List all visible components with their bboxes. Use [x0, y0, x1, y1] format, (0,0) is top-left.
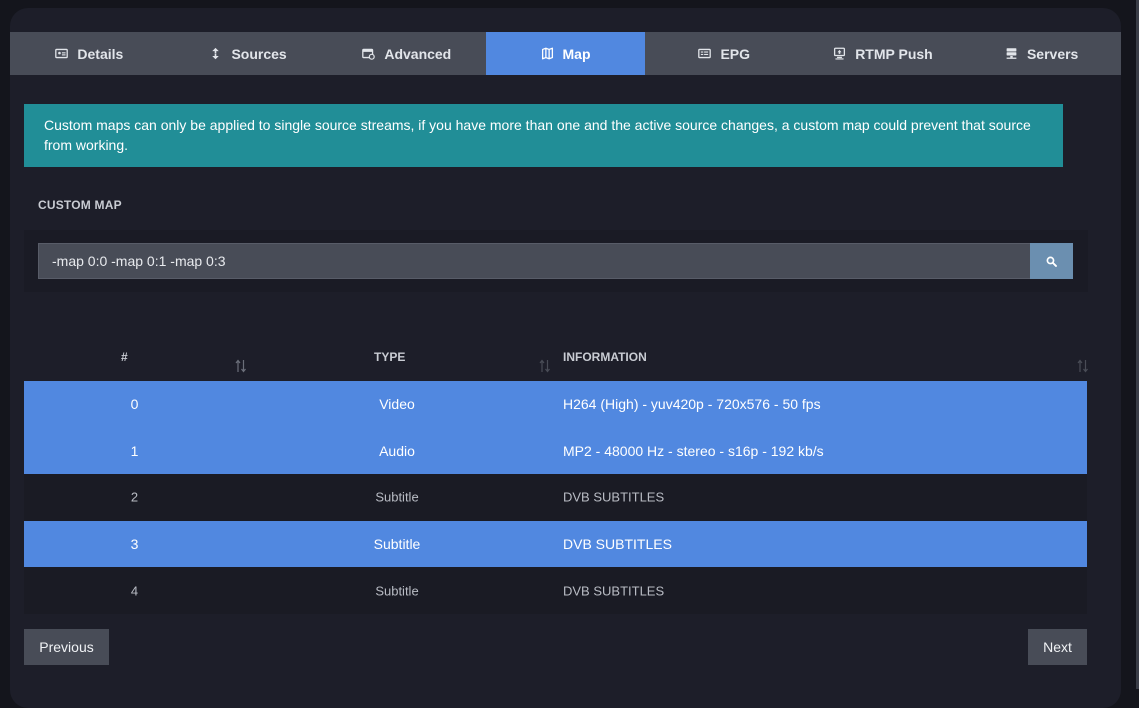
search-button[interactable]	[1030, 243, 1073, 279]
search-icon	[1046, 256, 1057, 267]
map-icon	[541, 47, 553, 60]
tab-sources[interactable]: Sources	[169, 32, 328, 75]
tab-map[interactable]: Map	[486, 32, 645, 75]
row-type: Subtitle	[375, 583, 419, 599]
table-row[interactable]: 4 Subtitle DVB SUBTITLES	[24, 567, 1087, 614]
tab-details-label: Details	[77, 45, 124, 62]
tab-epg-label: EPG	[720, 45, 751, 62]
row-info: DVB SUBTITLES	[563, 489, 665, 505]
tv-guide-icon	[698, 48, 712, 59]
stream-map-table: # TYPE INFORMATION 0 Video H264 (High) -…	[24, 340, 1089, 614]
row-info: MP2 - 48000 Hz - stereo - s16p - 192 kb/…	[563, 442, 824, 459]
sort-icon[interactable]	[235, 359, 247, 373]
row-num: 1	[130, 442, 139, 459]
id-card-icon	[55, 48, 69, 59]
tab-epg[interactable]: EPG	[645, 32, 804, 75]
tab-details[interactable]: Details	[10, 32, 169, 75]
custom-map-field	[24, 230, 1088, 292]
tab-rtmp-push[interactable]: RTMP Push	[804, 32, 963, 75]
row-num: 0	[130, 396, 139, 413]
previous-button[interactable]: Previous	[24, 629, 109, 665]
tab-advanced[interactable]: Advanced	[327, 32, 486, 75]
row-info: DVB SUBTITLES	[563, 583, 665, 599]
tab-sources-label: Sources	[231, 45, 287, 62]
calendar-gear-icon	[362, 48, 376, 60]
table-row[interactable]: 3 Subtitle DVB SUBTITLES	[24, 520, 1087, 568]
row-info: H264 (High) - yuv420p - 720x576 - 50 fps	[563, 396, 821, 413]
table-header: # TYPE INFORMATION	[24, 340, 1089, 381]
custom-map-input[interactable]	[38, 243, 1030, 279]
header-type[interactable]: TYPE	[374, 350, 405, 364]
next-button[interactable]: Next	[1028, 629, 1087, 665]
row-type: Video	[379, 396, 415, 413]
row-info: DVB SUBTITLES	[563, 536, 672, 553]
row-num: 2	[130, 489, 139, 505]
row-num: 3	[130, 536, 139, 553]
tab-servers[interactable]: Servers	[962, 32, 1121, 75]
table-row[interactable]: 0 Video H264 (High) - yuv420p - 720x576 …	[24, 381, 1087, 428]
tab-map-label: Map	[562, 45, 591, 62]
server-icon	[1006, 48, 1017, 59]
header-num[interactable]: #	[121, 350, 128, 364]
row-type: Audio	[379, 442, 415, 459]
arrows-icon	[212, 47, 220, 60]
table-row[interactable]: 2 Subtitle DVB SUBTITLES	[24, 474, 1087, 521]
row-num: 4	[130, 583, 139, 599]
header-information[interactable]: INFORMATION	[563, 350, 647, 364]
custom-map-label: CUSTOM MAP	[38, 198, 122, 212]
tab-bar: Details Sources Advanced Map EPG RTMP Pu…	[10, 32, 1121, 75]
tab-servers-label: Servers	[1026, 45, 1079, 62]
tab-rtmp-push-label: RTMP Push	[855, 45, 933, 62]
sort-icon[interactable]	[1077, 359, 1089, 373]
tab-advanced-label: Advanced	[384, 45, 452, 62]
info-alert: Custom maps can only be applied to singl…	[24, 104, 1063, 167]
table-row[interactable]: 1 Audio MP2 - 48000 Hz - stereo - s16p -…	[24, 427, 1087, 475]
row-type: Subtitle	[375, 489, 419, 505]
monitor-upload-icon	[834, 47, 846, 60]
sort-icon[interactable]	[539, 359, 551, 373]
row-type: Subtitle	[373, 536, 421, 553]
